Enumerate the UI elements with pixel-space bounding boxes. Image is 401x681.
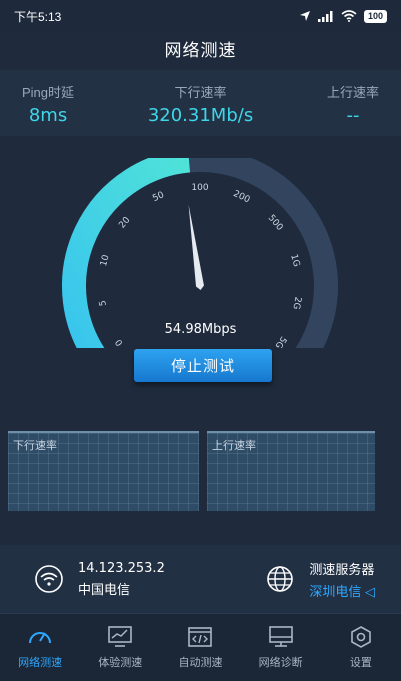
server-title: 测速服务器 — [309, 561, 375, 577]
nav-label: 设置 — [349, 657, 372, 669]
metric-label: 下行速率 — [174, 85, 227, 100]
client-isp: 中国电信 — [78, 581, 131, 597]
download-speed-graph: 下行速率 — [8, 431, 199, 511]
location-arrow-icon — [299, 11, 310, 21]
server-name[interactable]: 深圳电信 ◁ — [309, 581, 375, 600]
metric-value: 8ms — [28, 105, 68, 126]
gauge-tick-label: 100 — [191, 183, 208, 193]
metrics-panel: Ping时延 8ms 下行速率 320.31Mb/s 上行速率 -- — [0, 70, 401, 136]
nav-item-auto-test[interactable]: 自动测速 — [160, 625, 240, 670]
server-name-text: 深圳电信 — [309, 583, 362, 599]
code-window-icon — [188, 627, 213, 647]
metric-upload: 上行速率 -- — [327, 70, 379, 136]
current-speed-readout: 54.98Mbps — [164, 322, 237, 337]
client-network-info: 14.123.253.2 中国电信 — [34, 561, 165, 598]
nav-item-network-diagnosis[interactable]: 网络诊断 — [241, 625, 321, 670]
bottom-nav: 网络测速 体验测速 自动测速 网络诊断 设置 — [0, 613, 401, 681]
server-info-bar: 14.123.253.2 中国电信 测速服务器 深圳电信 ◁ — [0, 545, 401, 613]
speed-gauge: 0 5 10 20 50 100 200 500 1G 2G 5G — [40, 148, 360, 366]
settings-hexagon-icon — [351, 626, 371, 648]
nav-label: 体验测速 — [98, 657, 143, 669]
status-bar: 下午5:13 100 — [0, 0, 401, 32]
wifi-icon — [341, 10, 357, 22]
test-server-selector[interactable]: 测速服务器 深圳电信 ◁ — [265, 559, 375, 600]
nav-label: 网络诊断 — [258, 657, 303, 669]
gauge-tick-label: 10 — [99, 254, 112, 268]
gauge-needle — [188, 204, 204, 290]
metric-label: Ping时延 — [22, 85, 75, 100]
graph-label: 下行速率 — [13, 440, 57, 452]
nav-label: 网络测速 — [18, 657, 63, 669]
stop-test-button[interactable]: 停止测试 — [134, 349, 272, 382]
gauge-tick-label: 200 — [232, 189, 252, 205]
client-ip: 14.123.253.2 — [78, 560, 165, 576]
metric-value: 320.31Mb/s — [147, 105, 254, 126]
gauge-tick-label: 2G — [290, 296, 302, 310]
nav-item-experience-test[interactable]: 体验测速 — [80, 625, 160, 670]
status-icons: 100 — [299, 9, 387, 23]
nav-item-speed-test[interactable]: 网络测速 — [0, 625, 80, 670]
caret-left-icon: ◁ — [365, 583, 375, 599]
gauge-fill — [62, 148, 191, 366]
gauge-tick-label: 1G — [288, 253, 301, 268]
nav-item-settings[interactable]: 设置 — [321, 625, 401, 670]
battery-icon: 100 — [363, 9, 387, 23]
wifi-circle-icon — [35, 565, 63, 593]
metric-download: 下行速率 320.31Mb/s — [148, 70, 253, 136]
gauge-tick-label: 20 — [117, 215, 132, 230]
metric-value: -- — [346, 105, 360, 126]
gauge-tick-label: 0 — [114, 337, 126, 348]
nav-label: 自动测速 — [178, 657, 223, 669]
status-time: 下午5:13 — [14, 9, 62, 24]
gauge-tick-label: 5 — [98, 299, 109, 306]
metric-label: 上行速率 — [326, 85, 379, 100]
page-title: 网络测速 — [164, 40, 237, 60]
signal-icon — [317, 10, 333, 22]
gauge-tick-label: 50 — [151, 190, 166, 204]
gauge-tick-label: 500 — [266, 213, 285, 233]
upload-speed-graph: 上行速率 — [207, 431, 375, 511]
display-icon — [268, 626, 293, 647]
metric-ping: Ping时延 8ms — [22, 70, 74, 136]
gauge-icon — [29, 632, 52, 644]
graph-label: 上行速率 — [212, 440, 256, 452]
globe-icon — [267, 566, 294, 592]
speed-gauge-svg: 051020501002005001G2G5G — [62, 148, 338, 366]
monitor-chart-icon — [108, 626, 133, 647]
